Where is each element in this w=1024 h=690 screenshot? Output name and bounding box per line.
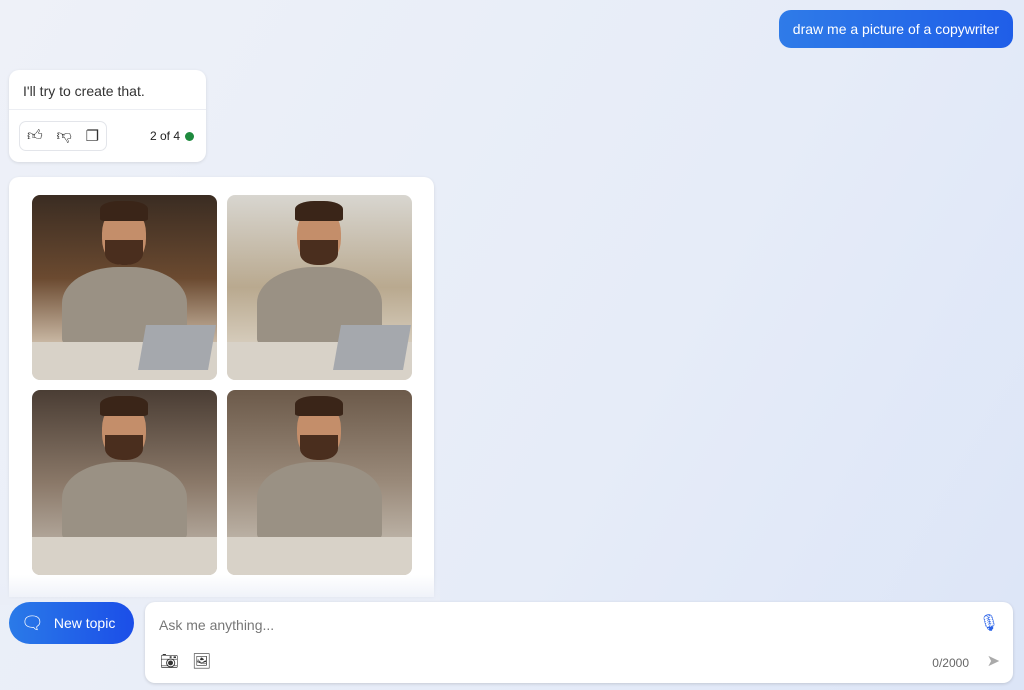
microphone-icon[interactable]: 🎙︎ [979,613,999,633]
thumbs-up-icon[interactable]: 👍︎ [27,127,43,145]
new-topic-label: New topic [53,615,116,631]
chat-input[interactable] [159,614,959,636]
feedback-actions: 👍︎ 👎︎ ❐ [19,121,107,151]
new-topic-button[interactable]: 🗨︎ New topic [9,602,134,644]
add-image-icon[interactable]: 🖼︎ [192,652,211,670]
generated-image-4[interactable] [227,390,412,575]
new-chat-icon: 🗨︎ [21,612,44,633]
image-results-card [9,177,434,597]
camera-icon[interactable]: 📷︎ [160,652,179,670]
chat-composer: 🎙︎ 📷︎ 🖼︎ 0/2000 ➤ [145,602,1013,683]
copy-icon[interactable]: ❐ [86,127,99,145]
status-dot [185,131,194,141]
bot-response-card: I'll try to create that. 👍︎ 👎︎ ❐ 2 of 4 [9,70,206,162]
user-message: draw me a picture of a copywriter [778,10,1013,48]
scroll-fade [0,575,440,605]
generated-image-2[interactable] [227,195,412,380]
generated-image-1[interactable] [32,195,217,380]
character-count: 0/2000 [932,656,969,670]
response-count-text: 2 of 4 [149,129,180,143]
response-counter: 2 of 4 [150,129,194,143]
send-icon[interactable]: ➤ [987,651,1000,671]
thumbs-down-icon[interactable]: 👎︎ [57,127,72,145]
bot-message-text: I'll try to create that. [9,70,206,110]
generated-image-3[interactable] [32,390,217,575]
